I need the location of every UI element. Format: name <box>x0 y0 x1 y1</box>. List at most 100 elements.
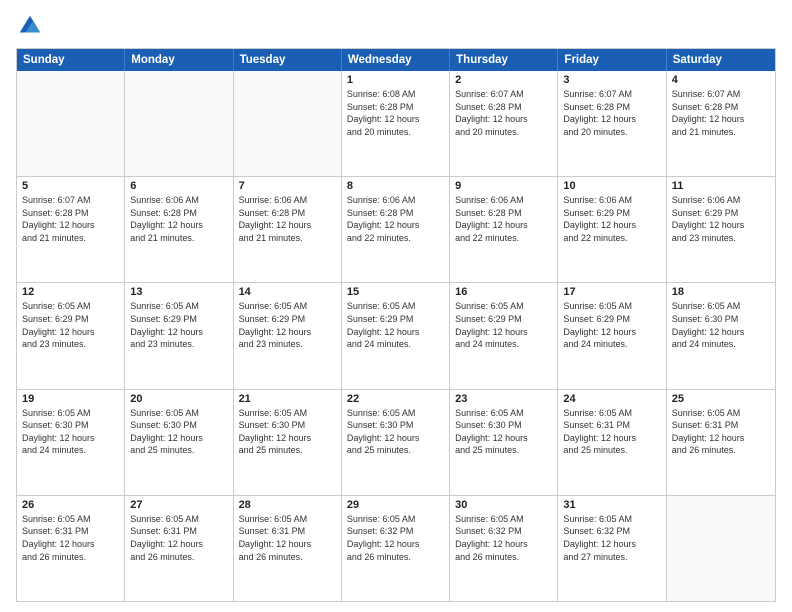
cell-info: Sunset: 6:32 PM <box>563 525 660 538</box>
cell-info: Daylight: 12 hours <box>563 538 660 551</box>
cell-info: Sunset: 6:30 PM <box>672 313 770 326</box>
calendar-cell: 3Sunrise: 6:07 AMSunset: 6:28 PMDaylight… <box>558 71 666 176</box>
cell-info: Daylight: 12 hours <box>130 432 227 445</box>
calendar-cell: 27Sunrise: 6:05 AMSunset: 6:31 PMDayligh… <box>125 496 233 601</box>
cell-info: Sunset: 6:31 PM <box>22 525 119 538</box>
calendar-cell: 23Sunrise: 6:05 AMSunset: 6:30 PMDayligh… <box>450 390 558 495</box>
calendar-cell: 19Sunrise: 6:05 AMSunset: 6:30 PMDayligh… <box>17 390 125 495</box>
day-number: 15 <box>347 286 444 298</box>
day-number: 29 <box>347 499 444 511</box>
cell-info: and 24 minutes. <box>672 338 770 351</box>
calendar-cell: 17Sunrise: 6:05 AMSunset: 6:29 PMDayligh… <box>558 283 666 388</box>
day-number: 8 <box>347 180 444 192</box>
calendar-row-3: 12Sunrise: 6:05 AMSunset: 6:29 PMDayligh… <box>17 282 775 388</box>
cell-info: Sunrise: 6:07 AM <box>22 194 119 207</box>
cell-info: Sunrise: 6:05 AM <box>672 407 770 420</box>
cell-info: and 24 minutes. <box>563 338 660 351</box>
calendar-cell <box>125 71 233 176</box>
cell-info: Sunrise: 6:06 AM <box>563 194 660 207</box>
calendar-cell <box>234 71 342 176</box>
cell-info: Daylight: 12 hours <box>455 538 552 551</box>
logo <box>16 12 48 40</box>
cell-info: Sunrise: 6:05 AM <box>455 407 552 420</box>
cell-info: and 23 minutes. <box>22 338 119 351</box>
cell-info: Sunrise: 6:05 AM <box>563 300 660 313</box>
cell-info: and 23 minutes. <box>130 338 227 351</box>
cell-info: Sunset: 6:28 PM <box>455 101 552 114</box>
cell-info: Daylight: 12 hours <box>455 326 552 339</box>
header-day-sunday: Sunday <box>17 49 125 71</box>
page-header <box>16 12 776 40</box>
cell-info: Daylight: 12 hours <box>239 326 336 339</box>
cell-info: Daylight: 12 hours <box>347 219 444 232</box>
day-number: 21 <box>239 393 336 405</box>
day-number: 3 <box>563 74 660 86</box>
day-number: 6 <box>130 180 227 192</box>
cell-info: Sunrise: 6:07 AM <box>672 88 770 101</box>
cell-info: Sunset: 6:32 PM <box>455 525 552 538</box>
cell-info: Daylight: 12 hours <box>22 432 119 445</box>
cell-info: Sunrise: 6:06 AM <box>455 194 552 207</box>
cell-info: Daylight: 12 hours <box>22 326 119 339</box>
calendar-row-4: 19Sunrise: 6:05 AMSunset: 6:30 PMDayligh… <box>17 389 775 495</box>
day-number: 27 <box>130 499 227 511</box>
calendar-row-5: 26Sunrise: 6:05 AMSunset: 6:31 PMDayligh… <box>17 495 775 601</box>
day-number: 2 <box>455 74 552 86</box>
cell-info: and 26 minutes. <box>347 551 444 564</box>
main-container: SundayMondayTuesdayWednesdayThursdayFrid… <box>0 0 792 612</box>
cell-info: and 22 minutes. <box>347 232 444 245</box>
day-number: 11 <box>672 180 770 192</box>
calendar-cell: 10Sunrise: 6:06 AMSunset: 6:29 PMDayligh… <box>558 177 666 282</box>
cell-info: Sunrise: 6:05 AM <box>239 407 336 420</box>
cell-info: and 25 minutes. <box>130 444 227 457</box>
cell-info: and 24 minutes. <box>22 444 119 457</box>
calendar-cell: 1Sunrise: 6:08 AMSunset: 6:28 PMDaylight… <box>342 71 450 176</box>
cell-info: Sunrise: 6:05 AM <box>347 300 444 313</box>
cell-info: Sunset: 6:28 PM <box>455 207 552 220</box>
day-number: 25 <box>672 393 770 405</box>
header-day-monday: Monday <box>125 49 233 71</box>
cell-info: Daylight: 12 hours <box>347 538 444 551</box>
cell-info: Sunset: 6:28 PM <box>347 101 444 114</box>
cell-info: Sunset: 6:30 PM <box>130 419 227 432</box>
calendar-cell: 12Sunrise: 6:05 AMSunset: 6:29 PMDayligh… <box>17 283 125 388</box>
cell-info: Sunrise: 6:05 AM <box>22 407 119 420</box>
calendar-cell <box>667 496 775 601</box>
cell-info: Sunset: 6:30 PM <box>347 419 444 432</box>
calendar-cell: 29Sunrise: 6:05 AMSunset: 6:32 PMDayligh… <box>342 496 450 601</box>
cell-info: Sunset: 6:28 PM <box>22 207 119 220</box>
calendar-cell: 11Sunrise: 6:06 AMSunset: 6:29 PMDayligh… <box>667 177 775 282</box>
calendar-cell: 24Sunrise: 6:05 AMSunset: 6:31 PMDayligh… <box>558 390 666 495</box>
cell-info: Sunrise: 6:06 AM <box>347 194 444 207</box>
calendar-cell: 22Sunrise: 6:05 AMSunset: 6:30 PMDayligh… <box>342 390 450 495</box>
cell-info: Daylight: 12 hours <box>130 538 227 551</box>
calendar-cell <box>17 71 125 176</box>
cell-info: and 22 minutes. <box>455 232 552 245</box>
day-number: 12 <box>22 286 119 298</box>
calendar-cell: 20Sunrise: 6:05 AMSunset: 6:30 PMDayligh… <box>125 390 233 495</box>
cell-info: Daylight: 12 hours <box>563 219 660 232</box>
calendar-cell: 31Sunrise: 6:05 AMSunset: 6:32 PMDayligh… <box>558 496 666 601</box>
cell-info: and 26 minutes. <box>130 551 227 564</box>
header-day-thursday: Thursday <box>450 49 558 71</box>
cell-info: Daylight: 12 hours <box>347 432 444 445</box>
calendar-cell: 13Sunrise: 6:05 AMSunset: 6:29 PMDayligh… <box>125 283 233 388</box>
cell-info: Daylight: 12 hours <box>672 326 770 339</box>
day-number: 4 <box>672 74 770 86</box>
cell-info: Sunrise: 6:05 AM <box>130 513 227 526</box>
header-day-tuesday: Tuesday <box>234 49 342 71</box>
cell-info: Sunrise: 6:05 AM <box>347 513 444 526</box>
calendar-cell: 6Sunrise: 6:06 AMSunset: 6:28 PMDaylight… <box>125 177 233 282</box>
day-number: 1 <box>347 74 444 86</box>
cell-info: Sunset: 6:29 PM <box>22 313 119 326</box>
cell-info: Sunset: 6:31 PM <box>672 419 770 432</box>
cell-info: Sunrise: 6:05 AM <box>130 300 227 313</box>
cell-info: Sunset: 6:28 PM <box>239 207 336 220</box>
calendar-cell: 30Sunrise: 6:05 AMSunset: 6:32 PMDayligh… <box>450 496 558 601</box>
day-number: 18 <box>672 286 770 298</box>
cell-info: and 25 minutes. <box>239 444 336 457</box>
cell-info: and 21 minutes. <box>130 232 227 245</box>
day-number: 10 <box>563 180 660 192</box>
cell-info: Daylight: 12 hours <box>672 113 770 126</box>
cell-info: Sunset: 6:29 PM <box>563 313 660 326</box>
